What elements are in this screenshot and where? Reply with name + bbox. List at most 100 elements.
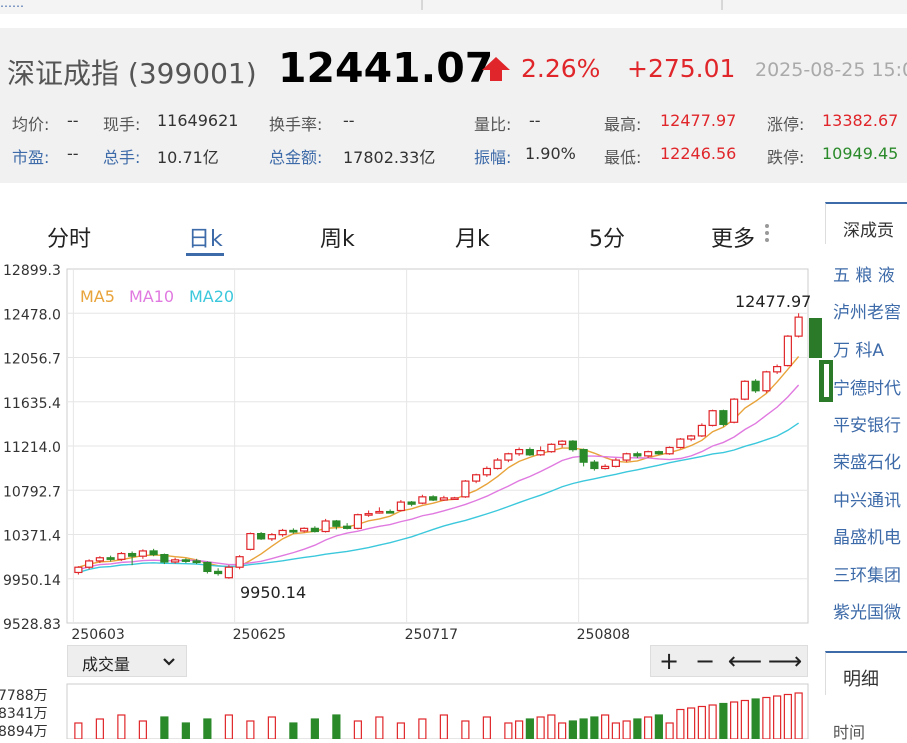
tab-weekly-k[interactable]: 周k [320,221,355,253]
volume-chart[interactable]: 7788万 8341万 8894万 [0,683,820,739]
tab-monthly-k[interactable]: 月k [455,221,490,253]
y-tick-label: 9528.83 [3,617,61,633]
detail-time-label: 时间 [833,723,866,742]
candle [375,507,384,514]
volume-bar [783,693,792,739]
candle-up [138,550,147,557]
candle [214,568,223,576]
tab-5min[interactable]: 5分 [589,221,625,253]
quote-panel: 深证成指 (399001) 12441.07 2.26% +275.01 202… [0,28,907,183]
volume-bar [246,720,255,739]
pe-label: 市盈: [12,148,50,167]
sidebar-stock-link[interactable]: 中兴通讯 [833,486,901,511]
candle [450,496,459,500]
candle-up [472,474,481,482]
candle-up [644,451,653,457]
sidebar-stock-link[interactable]: 晶盛机电 [833,523,901,548]
up-arrow-icon [482,57,510,81]
volume-bar [644,716,653,739]
more-dots-icon[interactable] [763,222,771,244]
candle [504,452,513,463]
candle-up [224,566,233,579]
sidebar-tab-contributors[interactable]: 深成贡 [825,202,907,244]
candle [257,532,266,540]
x-tick-label: 250717 [405,627,458,642]
candle [665,446,674,455]
volume-bar [773,695,782,739]
tab-daily-k[interactable]: 日k [188,221,223,253]
y-tick-label: 11214.0 [3,440,61,456]
turnover-label: 换手率: [269,115,323,134]
candle [740,380,749,401]
zoom-in-button[interactable]: + [651,648,687,674]
scroll-right-button[interactable]: ⟶ [767,648,803,674]
candle [525,447,534,456]
sidebar-stock-link[interactable]: 宁德时代 [833,374,901,399]
y-tick-label: 12899.3 [3,263,61,279]
candle [515,447,524,456]
sidebar-stock-link[interactable]: 平安银行 [833,411,901,436]
zoom-out-button[interactable]: − [687,648,723,674]
sidebar-stock-link[interactable]: 五 粮 液 [833,261,895,286]
candle-up [601,465,610,470]
sidebar-stock-link[interactable]: 万 科A [833,336,884,361]
indicator-select[interactable]: 成交量 [67,645,187,677]
candle [730,398,739,424]
candle-up [278,529,287,536]
candle-down [257,533,266,540]
volume-bar [160,716,169,739]
moving-average-lines [78,356,800,574]
volume-bar [536,716,545,739]
current-hand-label: 现手: [103,115,141,134]
amount-label: 总金额: [269,148,323,167]
candle [536,446,545,456]
volume-bar [525,718,534,739]
volume-bar [708,704,717,739]
volume-bar [267,716,276,739]
volume-bar [138,720,147,739]
tab-detail[interactable]: 明细 [825,651,907,695]
tab-more[interactable]: 更多 [711,221,755,253]
ticker-divider: | [720,0,725,10]
vol-ratio-value: -- [529,111,541,130]
ma5-line [78,356,800,568]
x-tick-label: 250603 [71,627,124,642]
chart-grid [66,268,809,624]
y-tick-label: 12478.0 [3,307,61,323]
candle [138,549,147,559]
pe-value: -- [67,144,79,163]
candle-up [95,557,104,562]
sidebar-stock-link[interactable]: 紫光国微 [833,598,901,623]
candle-down [106,557,115,560]
candle [579,448,588,467]
candle-up [375,510,384,514]
candle-up [353,514,362,529]
sidebar-stock-link[interactable]: 三环集团 [833,561,901,586]
candle [117,551,126,561]
candle-up [85,560,94,568]
candle [493,457,502,470]
sidebar-stock-link[interactable]: 泸州老窖 [833,298,901,323]
candle [751,379,760,393]
sidebar-stock-link[interactable]: 荣盛石化 [833,448,901,473]
candle [762,370,771,393]
volume-bar [697,705,706,739]
candle-down [719,410,728,425]
candle-down [590,461,599,470]
candle-up [364,513,373,516]
detail-header-label: 明细 [843,669,879,690]
candle [633,451,642,458]
volume-bar [558,722,567,739]
amplitude-label: 振幅: [474,148,512,167]
limit-down-value: 10949.45 [822,144,899,163]
volume-bar [203,718,212,739]
tab-intraday[interactable]: 分时 [47,221,91,253]
scroll-left-button[interactable]: ⟵ [727,648,763,674]
candle [181,558,190,564]
volume-bar [762,696,771,739]
chart-zoom-controls: + − ⟵ ⟶ [650,645,808,677]
candle-down [214,570,223,575]
daily-k-chart[interactable]: 12899.3 12478.0 12056.7 11635.4 11214.0 10792… [0,262,820,642]
index-price: 12441.07 [278,44,494,92]
volume-bar [310,718,319,739]
